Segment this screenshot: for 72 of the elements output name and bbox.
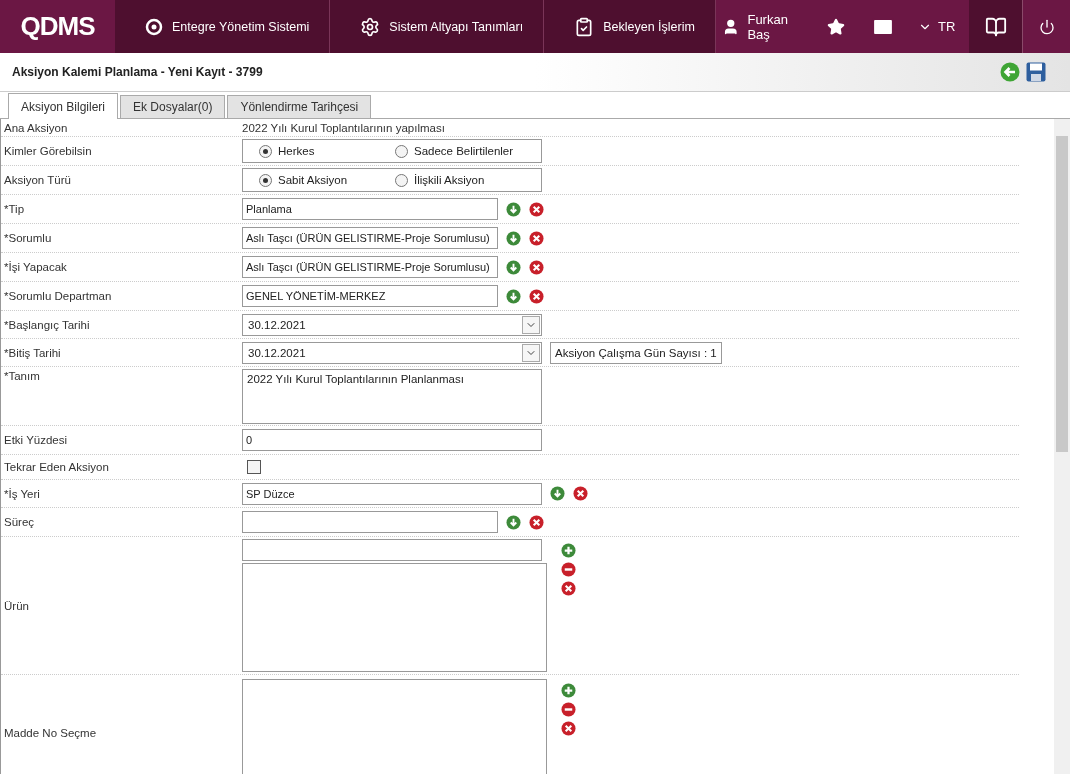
input-field[interactable]: Aslı Taşcı (ÜRÜN GELISTIRME-Proje Sorumlusu) [242,256,498,278]
field-label: Tekrar Eden Aksiyon [4,460,110,475]
gear-icon [360,16,381,37]
clipboard-icon [574,16,595,37]
input-field[interactable]: GENEL YÖNETİM-MERKEZ [242,285,498,307]
list-box[interactable] [242,563,547,672]
clear-icon[interactable] [561,581,576,596]
field-label: *Başlangıç Tarihi [4,317,91,333]
select-arrow-icon[interactable] [506,288,521,304]
scrollbar[interactable] [1054,119,1070,774]
radio-label[interactable]: Herkes [278,145,315,157]
radio-button[interactable] [259,144,272,158]
caret-icon[interactable] [522,315,540,334]
field-value: 2022 Yılı Kurul Toplantılarının yapılması [242,122,446,134]
select-arrow-icon[interactable] [506,230,521,246]
field-label: Ürün [4,598,30,614]
select-arrow-icon[interactable] [506,201,521,217]
user-menu[interactable]: Furkan Baş [715,11,813,42]
checkbox[interactable] [247,460,261,474]
input-field[interactable]: SP Düzce [242,482,542,505]
back-icon[interactable] [1000,62,1020,82]
language-selector[interactable]: TR [918,19,956,34]
remove-icon[interactable] [561,701,576,717]
clear-icon[interactable] [561,720,576,736]
clear-icon[interactable] [529,230,544,246]
tab[interactable]: Aksiyon Bilgileri [8,93,119,119]
radio-label[interactable]: İlişkili Aksiyon [414,174,485,186]
input-field[interactable]: Aslı Taşcı (ÜRÜN GELISTIRME-Proje Sorumlusu) [242,227,498,249]
add-icon[interactable] [561,682,576,698]
clear-icon[interactable] [529,259,544,275]
field-label: Aksiyon Türü [4,173,72,188]
field-label: *Sorumlu [4,231,53,246]
field-label: Etki Yüzdesi [4,433,69,448]
tab[interactable]: Yönlendirme Tarihçesi [227,95,372,118]
tab[interactable]: Ek Dosyalar(0) [120,95,226,118]
book-icon[interactable] [969,0,1023,53]
field-label: *İş Yeri [4,486,41,502]
field-label: Madde No Seçme [4,725,98,741]
radio-label[interactable]: Sadece Belirtilenler [414,145,514,157]
clear-icon[interactable] [529,288,544,304]
radio-button[interactable] [395,173,408,187]
page-title: Aksiyon Kalemi Planlama - Yeni Kayıt - 3799 [12,65,263,79]
clear-icon[interactable] [573,486,588,501]
add-icon[interactable] [561,543,576,558]
select-arrow-icon[interactable] [550,486,565,501]
input-field[interactable] [242,539,542,561]
clear-icon[interactable] [529,514,544,530]
caret-icon[interactable] [522,343,540,362]
select-arrow-icon[interactable] [506,259,521,275]
radio-label[interactable]: Sabit Aksiyon [278,174,348,186]
date-field[interactable]: 30.12.2021 [242,341,542,364]
field-label: *Tanım [4,369,41,384]
q-logo-icon [145,17,163,36]
day-count-field: Aksiyon Çalışma Gün Sayısı : 1 [550,341,722,364]
field-label: *Sorumlu Departman [4,289,113,304]
select-arrow-icon[interactable] [506,514,521,530]
field-label: Ana Aksiyon [4,121,69,136]
text-area[interactable]: 2022 Yılı Kurul Toplantılarının Planlanması [242,369,542,424]
remove-icon[interactable] [561,562,576,577]
clear-icon[interactable] [529,201,544,217]
input-field[interactable]: 0 [242,429,542,451]
input-field[interactable]: Planlama [242,198,498,220]
date-field[interactable]: 30.12.2021 [242,313,542,336]
radio-button[interactable] [395,144,408,158]
radio-button[interactable] [259,173,272,187]
save-icon[interactable] [1026,62,1046,82]
field-label: Kimler Görebilsin [4,144,93,159]
field-label: Süreç [4,515,36,530]
field-label: *İşi Yapacak [4,260,68,275]
field-label: *Bitiş Tarihi [4,345,62,361]
field-label: *Tip [4,202,26,217]
input-field[interactable] [242,511,498,533]
